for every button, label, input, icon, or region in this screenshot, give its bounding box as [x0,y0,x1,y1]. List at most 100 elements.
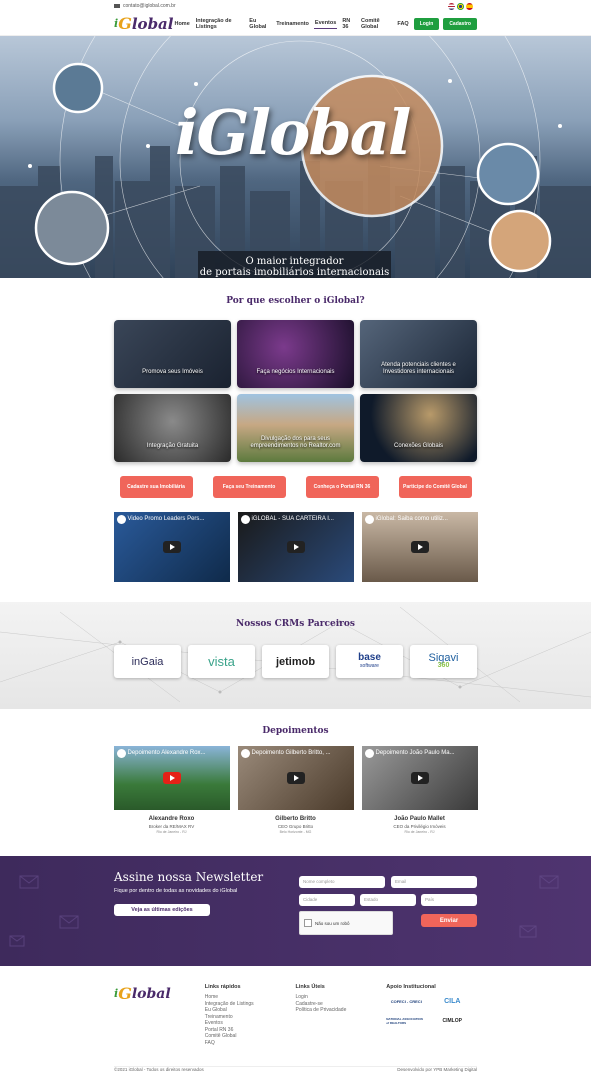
video-player[interactable]: iGLOBAL - SUA CARTEIRA I... [237,512,354,582]
sigavi-logo[interactable]: Sigavi 360 [410,645,477,678]
hero-title: iGlobal [175,96,411,169]
brazil-flag-icon[interactable] [457,2,464,10]
card-label: Integração Gratuita [146,443,199,449]
video-player[interactable]: Depoimento Alexandre Rox... [113,746,230,810]
footer-logo-mark: i Global [114,984,205,1003]
why-title: Por que escolher o iGlobal? [226,296,365,306]
crm-logos: inGaia vista jetimob base software Sigavi… [0,645,591,678]
sigavi-subtext: 360 [437,661,450,669]
newsletter-section: Assine nossa Newsletter Fique por dentro… [0,856,591,966]
logo-letter-g: G [118,984,132,1003]
base-logo[interactable]: base software [336,645,403,678]
testimonial-name: Alexandre Roxo [148,816,195,822]
country-input[interactable]: País [421,894,477,906]
name-input[interactable]: Nome completo [299,876,385,888]
nav-faq[interactable]: FAQ [396,19,409,29]
channel-logo-icon [240,749,250,758]
card-promova[interactable]: Promova seus Imóveis [114,320,231,388]
cimlop-logo: CIMLOP [442,1018,462,1024]
video-player[interactable]: iGlobal: Saiba como utiliz... [361,512,478,582]
useful-links: Links Úteis Login Cadastre-se Política d… [296,984,387,1066]
send-button[interactable]: Enviar [421,914,477,927]
card-label: Faça negócios Internacionais [256,369,335,375]
portal-rn36-button[interactable]: Conheça o Portal RN 36 [305,476,379,498]
topbar: contato@iglobal.com.br [0,0,591,12]
video-title: Depoimento Gilberto Britto, ... [251,750,331,756]
testimonial-card: Depoimento Gilberto Britto, ... Gilberto… [237,746,354,834]
testimonial-city: Rio de Janeiro - RJ [156,830,187,834]
newsletter-title: Assine nossa Newsletter [114,870,264,884]
treinamento-button[interactable]: Faça seu Treinamento [212,476,286,498]
support-title: Apoio Institucional [386,984,436,990]
footer: i Global Links rápidos Home Integração de… [0,966,591,1066]
play-icon[interactable] [162,772,181,784]
card-conexoes[interactable]: Conexões Globais [360,394,477,462]
copyright-bar: ©2021 iGlobal - Todos os direitos reserv… [114,1066,477,1072]
state-input[interactable]: Estado [360,894,416,906]
developer-credit[interactable]: Desenvolvido por YPB Marketing Digital [397,1067,477,1072]
card-integracao[interactable]: Integração Gratuita [114,394,231,462]
card-negocios[interactable]: Faça negócios Internacionais [237,320,354,388]
ingaia-logo[interactable]: inGaia [114,645,181,678]
copyright-text: ©2021 iGlobal - Todos os direitos reserv… [114,1067,204,1072]
editions-button[interactable]: Veja as últimas edições [114,904,210,916]
card-label: Atenda potenciais clientes e Investidore… [381,362,456,375]
promo-videos: Video Promo Leaders Pers... iGLOBAL - SU… [0,512,591,582]
play-icon[interactable] [410,772,429,784]
envelope-icon [114,4,120,8]
quick-links-title: Links rápidos [204,984,241,990]
play-icon[interactable] [410,541,429,553]
language-selector [448,2,473,10]
play-icon[interactable] [286,772,305,784]
vista-logo[interactable]: vista [188,645,255,678]
video-title: Depoimento Alexandre Rox... [127,750,206,756]
nav-eu-global[interactable]: Eu Global [248,16,271,32]
video-player[interactable]: Depoimento Gilberto Britto, ... [237,746,354,810]
footer-link[interactable]: Política de Privacidade [296,1007,387,1014]
card-label: Promova seus Imóveis [142,369,203,375]
base-subtext: software [360,662,379,669]
captcha-checkbox[interactable] [304,919,312,927]
us-flag-icon[interactable] [448,2,455,10]
nav-rn36[interactable]: RN 36 [341,16,356,32]
video-player[interactable]: Depoimento João Paulo Ma... [361,746,478,810]
contact-email[interactable]: contato@iglobal.com.br [114,3,176,9]
channel-logo-icon [364,515,374,524]
login-button[interactable]: Login [413,17,440,30]
nav-treinamento[interactable]: Treinamento [275,19,310,29]
crm-title: Nossos CRMs Parceiros [236,619,355,629]
play-icon[interactable] [162,541,181,553]
footer-link[interactable]: FAQ [205,1040,296,1047]
video-title: iGLOBAL - SUA CARTEIRA I... [251,516,334,522]
nav-listings[interactable]: Integração de Listings [195,16,245,32]
spain-flag-icon[interactable] [466,2,473,10]
logo-text: lobal [131,985,171,1002]
recaptcha[interactable]: Não sou um robô [299,911,393,935]
video-player[interactable]: Video Promo Leaders Pers... [113,512,230,582]
card-label: Divulgação dos para seus empreendimentos… [250,436,341,449]
city-input[interactable]: Cidade [299,894,355,906]
footer-logo[interactable]: i Global [114,984,205,1066]
jetimob-logo[interactable]: jetimob [262,645,329,678]
email-input[interactable]: Email [391,876,477,888]
play-icon[interactable] [286,541,305,553]
card-divulgacao[interactable]: Divulgação dos para seus empreendimentos… [237,394,354,462]
cofeci-logo: COFECI - CRECI [390,998,422,1004]
testimonial-role: CEO da Privilégio Imóveis [393,824,446,829]
hero-tagline: O maior integrador de portais imobiliári… [198,251,391,278]
captcha-label: Não sou um robô [315,920,350,926]
main-nav: Home Integração de Listings Eu Global Tr… [173,16,477,32]
signup-button[interactable]: Cadastro [443,17,477,30]
jetimob-text: jetimob [275,655,316,668]
cadastre-imobiliaria-button[interactable]: Cadastre sua Imobiliária [119,476,193,498]
card-atenda[interactable]: Atenda potenciais clientes e Investidore… [360,320,477,388]
envelope-pattern [9,875,559,947]
comite-global-button[interactable]: Participe do Comitê Global [398,476,472,498]
header: i Global Home Integração de Listings Eu G… [0,12,591,36]
nav-comite[interactable]: Comitê Global [360,16,392,32]
nav-home[interactable]: Home [173,19,190,29]
nav-eventos[interactable]: Eventos [313,18,338,29]
ingaia-text: inGaia [131,655,164,668]
partner-logos: COFECI - CRECI CILA NATIONAL ASSOCIATION… [386,994,477,1028]
site-logo[interactable]: i Global [114,14,173,33]
